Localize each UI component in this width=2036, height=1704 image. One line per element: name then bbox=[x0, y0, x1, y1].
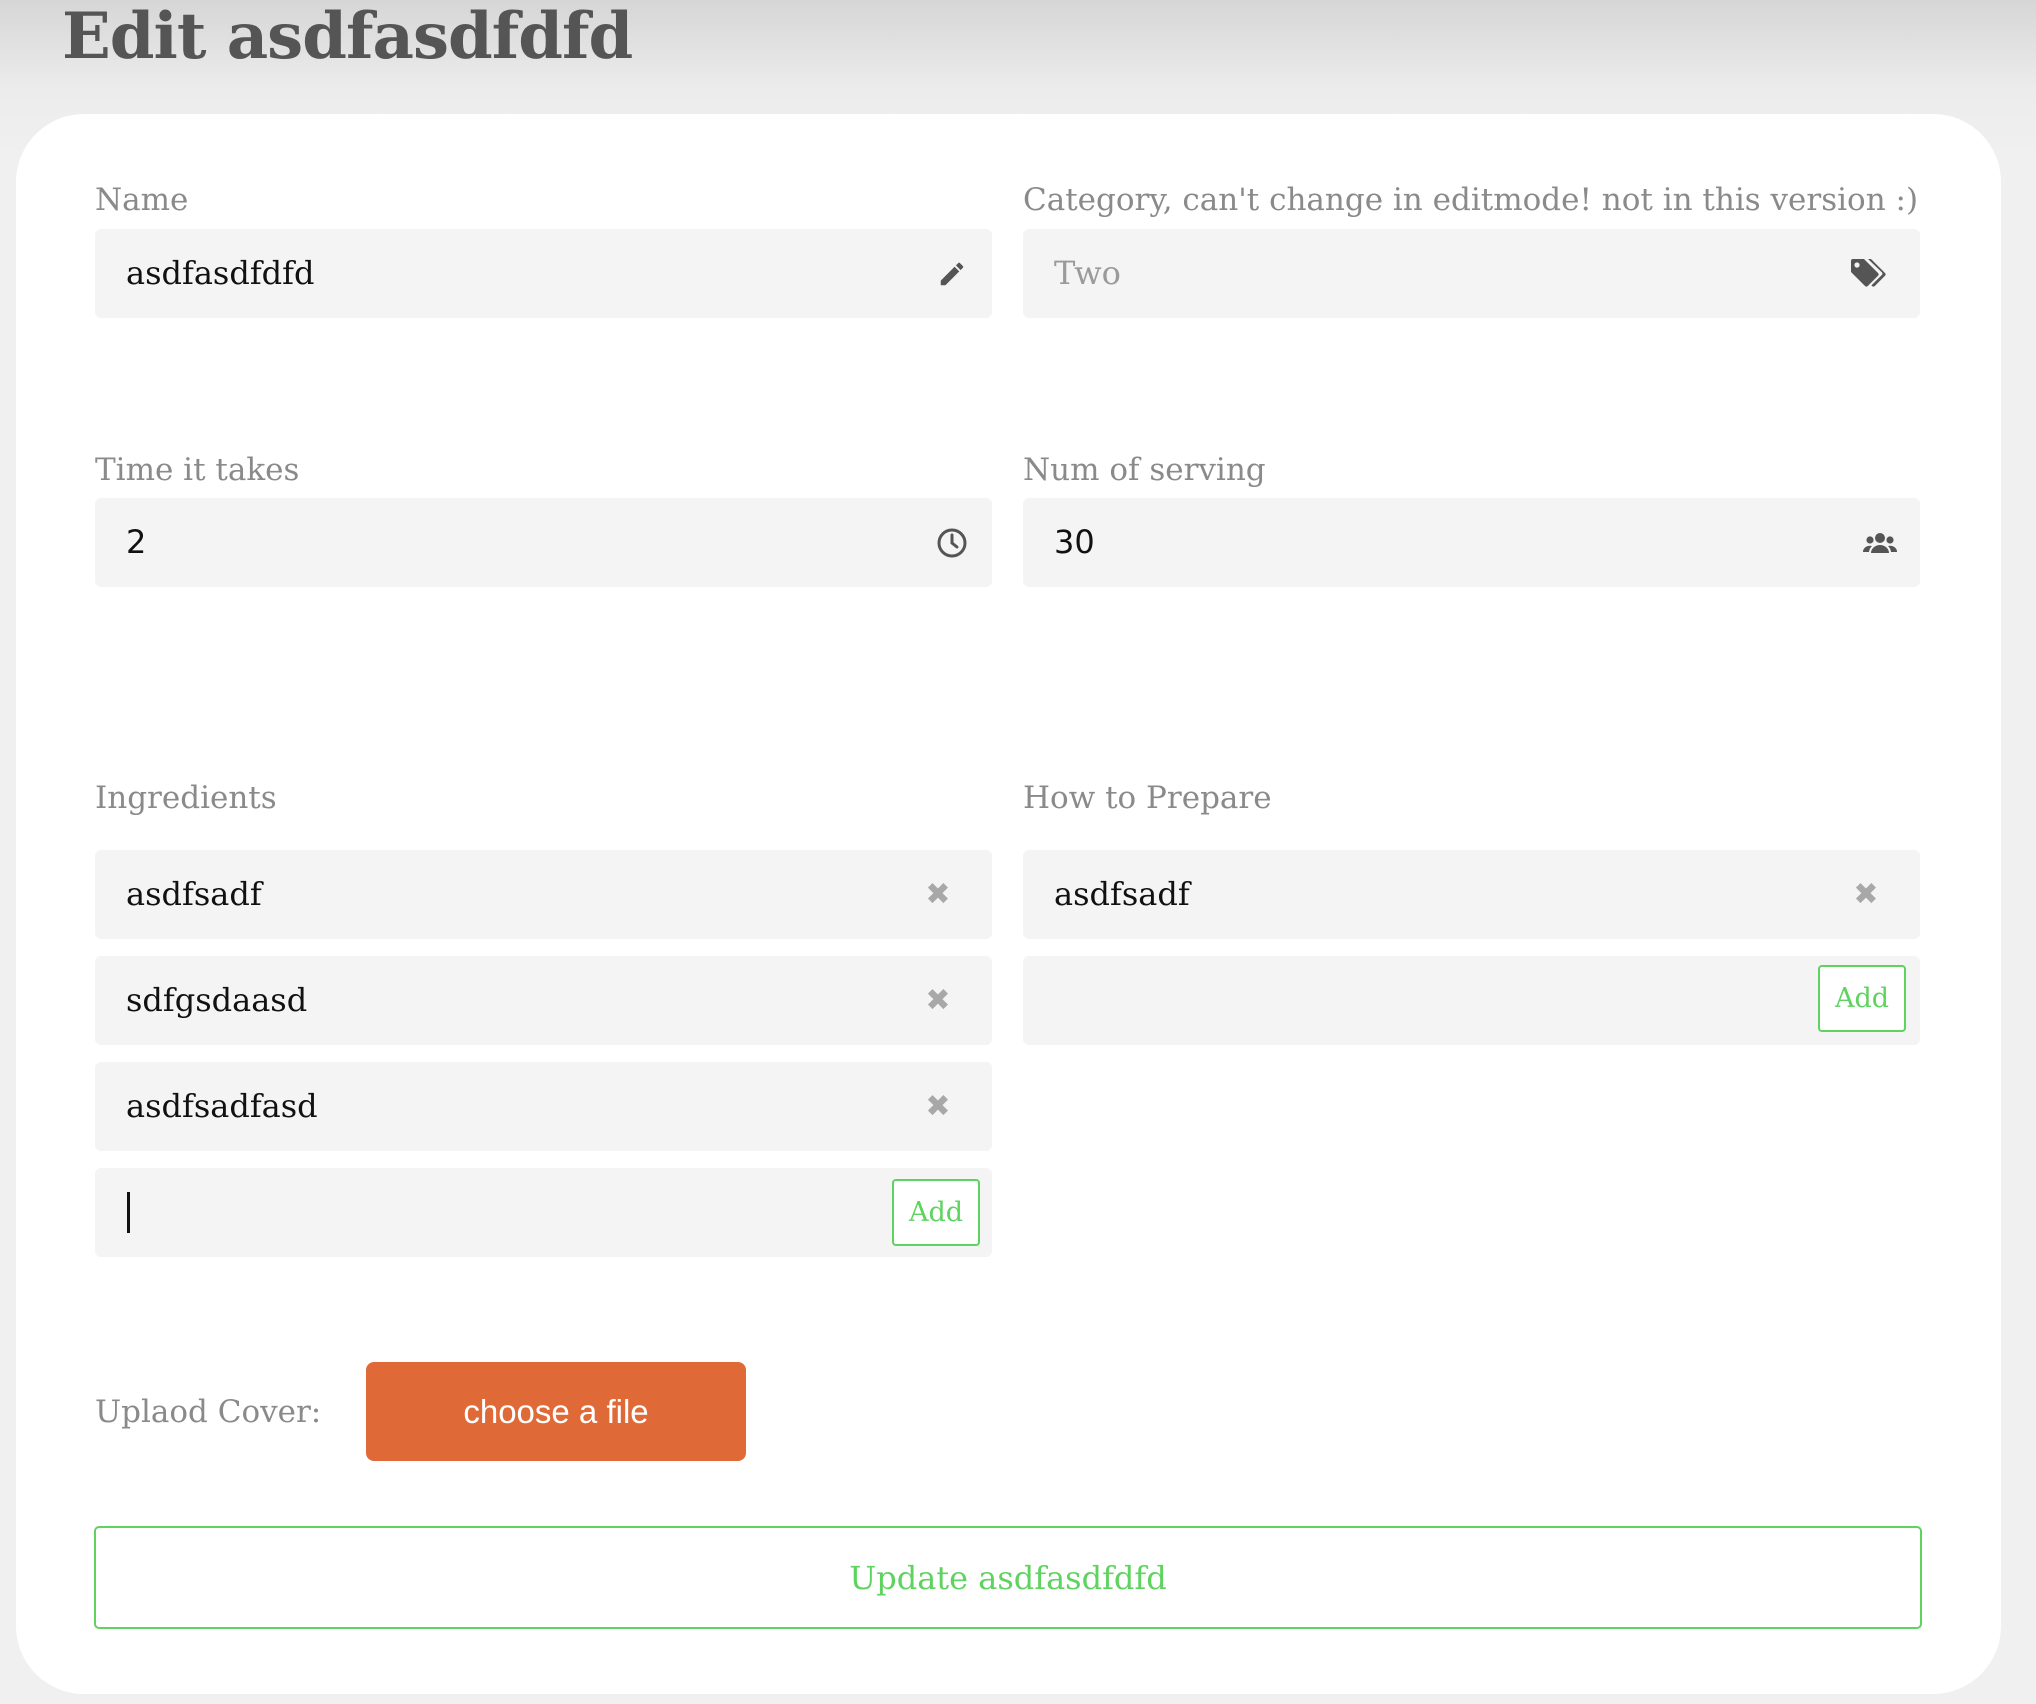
pencil-icon bbox=[930, 229, 974, 318]
servings-input-value[interactable]: 30 bbox=[1054, 498, 1095, 587]
category-field: Two bbox=[1023, 229, 1920, 318]
update-recipe-button[interactable]: Update asdfasdfdfd bbox=[94, 1526, 1922, 1629]
time-field[interactable]: 2 bbox=[95, 498, 992, 587]
time-input-value[interactable]: 2 bbox=[126, 498, 146, 587]
category-label: Category, can't change in editmode! not … bbox=[1023, 182, 1919, 218]
prepare-item-text: asdfsadf bbox=[1054, 875, 1190, 913]
choose-file-button[interactable]: choose a file bbox=[366, 1362, 746, 1461]
tags-icon bbox=[1846, 229, 1890, 318]
remove-ingredient-icon[interactable]: ✖ bbox=[916, 1084, 960, 1128]
remove-ingredient-icon[interactable]: ✖ bbox=[916, 872, 960, 916]
ingredient-item-text: asdfsadf bbox=[126, 875, 262, 913]
time-label: Time it takes bbox=[95, 452, 300, 488]
ingredient-item-text: asdfsadfasd bbox=[126, 1087, 318, 1125]
name-label: Name bbox=[95, 182, 189, 218]
servings-label: Num of serving bbox=[1023, 452, 1266, 488]
servings-field[interactable]: 30 bbox=[1023, 498, 1920, 587]
prepare-item: asdfsadf ✖ bbox=[1023, 850, 1920, 939]
ingredients-label: Ingredients bbox=[95, 780, 277, 816]
name-input-value[interactable]: asdfasdfdfd bbox=[126, 229, 314, 318]
add-ingredient-button[interactable]: Add bbox=[892, 1179, 980, 1246]
category-value: Two bbox=[1054, 254, 1121, 292]
edit-recipe-card: Name asdfasdfdfd Category, can't change … bbox=[16, 114, 2001, 1694]
ingredient-item-text: sdfgsdaasd bbox=[126, 981, 308, 1019]
ingredient-item: asdfsadf ✖ bbox=[95, 850, 992, 939]
page-title: Edit asdfasdfdfd bbox=[62, 0, 633, 74]
remove-ingredient-icon[interactable]: ✖ bbox=[916, 978, 960, 1022]
new-ingredient-input[interactable]: Add bbox=[95, 1168, 992, 1257]
prepare-label: How to Prepare bbox=[1023, 780, 1272, 816]
upload-cover-label: Uplaod Cover: bbox=[95, 1394, 322, 1430]
new-step-input[interactable]: Add bbox=[1023, 956, 1920, 1045]
ingredient-item: sdfgsdaasd ✖ bbox=[95, 956, 992, 1045]
add-step-button[interactable]: Add bbox=[1818, 965, 1906, 1032]
name-field[interactable]: asdfasdfdfd bbox=[95, 229, 992, 318]
users-icon bbox=[1858, 498, 1902, 587]
text-cursor bbox=[127, 1192, 130, 1233]
ingredient-item: asdfsadfasd ✖ bbox=[95, 1062, 992, 1151]
remove-step-icon[interactable]: ✖ bbox=[1844, 872, 1888, 916]
clock-icon bbox=[930, 498, 974, 587]
